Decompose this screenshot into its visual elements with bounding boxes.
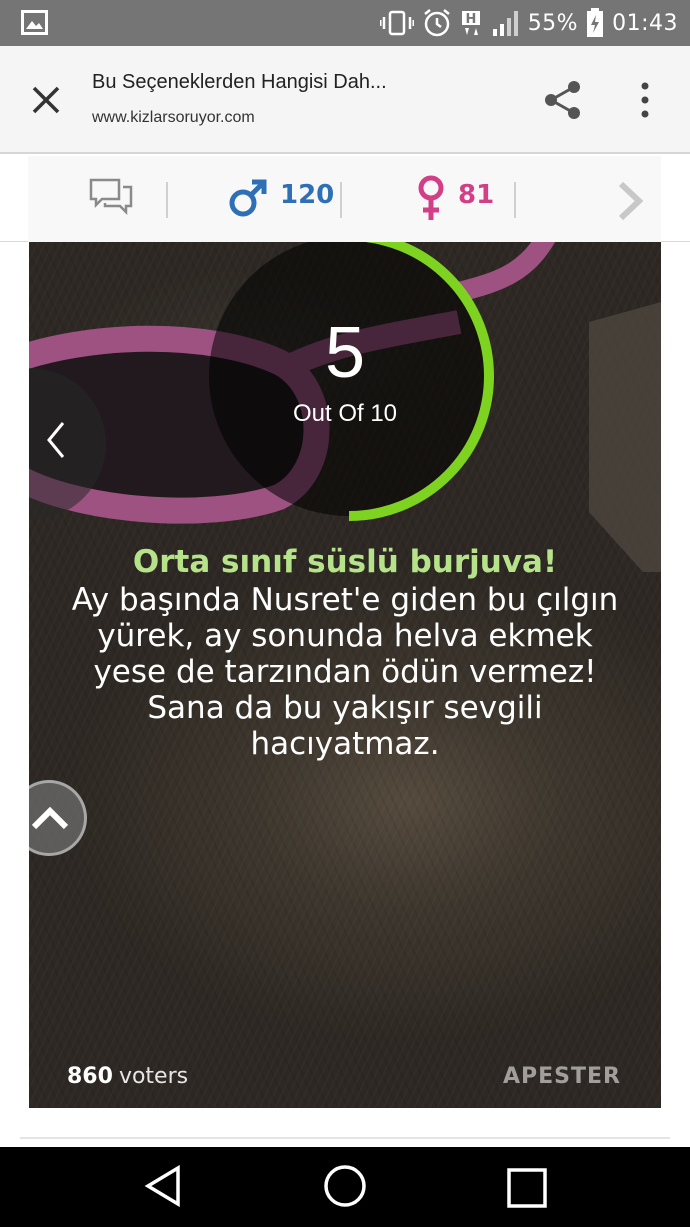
share-icon[interactable] [542,79,584,121]
svg-text:H: H [465,12,476,27]
apester-logo[interactable]: APESTER [503,1064,621,1089]
signal-icon [492,11,518,36]
quiz-result-card: 5 Out Of 10 Orta sınıf süslü burjuva! Ay… [29,242,661,1108]
female-count: 81 [458,180,495,210]
status-bar: H 55% 01:43 [0,0,690,46]
close-icon[interactable] [26,80,66,120]
voters-label: voters [118,1064,189,1089]
vibrate-icon [379,10,414,36]
gallery-icon [21,10,48,35]
divider [20,1137,670,1139]
score-label: Out Of 10 [292,400,398,427]
battery-icon [587,8,604,37]
battery-percent: 55% [527,10,579,36]
divider [340,182,342,218]
comments-icon[interactable] [88,177,134,217]
alarm-icon [423,9,450,37]
score-value: 5 [324,313,366,393]
chevron-left-icon[interactable] [45,420,67,460]
chevron-up-icon [31,806,69,830]
result-title: Orta sınıf süslü burjuva! [132,544,558,580]
home-icon[interactable] [322,1163,368,1209]
chevron-right-icon[interactable] [616,180,644,222]
voters-count: 860 voters [67,1064,188,1089]
gender-stats-bar: 120 81 [0,156,690,242]
result-description: Ay başında Nusret'e giden bu çılgın yüre… [71,582,619,762]
stats-inner: 120 81 [28,156,661,242]
overflow-menu-icon[interactable] [633,80,657,120]
divider [166,182,168,218]
browser-toolbar: Bu Seçeneklerden Hangisi Dah... www.kizl… [0,46,690,154]
divider [514,182,516,218]
h-network-icon: H [461,11,480,35]
male-icon [229,179,267,217]
female-icon [418,175,444,220]
voters-number: 860 [67,1064,113,1089]
page-url: www.kizlarsoruyor.com [92,109,255,126]
page-title: Bu Seçeneklerden Hangisi Dah... [92,71,387,93]
back-icon[interactable] [142,1165,184,1207]
recents-icon[interactable] [506,1167,548,1209]
clock: 01:43 [612,10,678,36]
navigation-bar [0,1147,690,1227]
male-count: 120 [280,180,335,210]
